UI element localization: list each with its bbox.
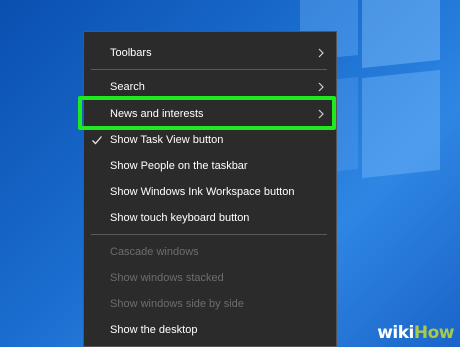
menu-item-label: Show People on the taskbar [110, 160, 248, 172]
menu-item-show-task-view-button[interactable]: Show Task View button [84, 128, 336, 152]
green-highlight-box [78, 96, 336, 130]
watermark-how: How [413, 323, 455, 343]
menu-item-cascade-windows: Cascade windows [84, 240, 336, 264]
menu-item-show-the-desktop[interactable]: Show the desktop [84, 318, 336, 342]
menu-separator [91, 234, 327, 235]
windows-logo-pane [362, 0, 440, 69]
menu-item-label: Toolbars [110, 47, 152, 59]
chevron-right-icon [318, 82, 324, 92]
watermark-wiki: wiki [377, 323, 414, 343]
windows-logo-pane [362, 69, 440, 179]
chevron-right-icon [318, 48, 324, 58]
menu-item-show-windows-side-by-side: Show windows side by side [84, 292, 336, 316]
menu-item-label: Show windows stacked [110, 272, 224, 284]
taskbar-context-menu: Toolbars Search News and interests Show … [83, 31, 337, 347]
menu-item-show-windows-ink[interactable]: Show Windows Ink Workspace button [84, 180, 336, 204]
menu-item-toolbars[interactable]: Toolbars [84, 41, 336, 65]
menu-item-label: Cascade windows [110, 246, 199, 258]
menu-item-show-windows-stacked: Show windows stacked [84, 266, 336, 290]
menu-item-label: Show windows side by side [110, 298, 244, 310]
menu-separator [91, 69, 327, 70]
menu-item-label: Show Task View button [110, 134, 224, 146]
menu-item-label: Show the desktop [110, 324, 198, 336]
wikihow-watermark: wikiHow [377, 323, 454, 343]
menu-item-label: Show touch keyboard button [110, 212, 250, 224]
menu-item-label: Show Windows Ink Workspace button [110, 186, 295, 198]
menu-item-show-people[interactable]: Show People on the taskbar [84, 154, 336, 178]
checkmark-icon [92, 136, 102, 145]
menu-item-show-touch-keyboard[interactable]: Show touch keyboard button [84, 206, 336, 230]
